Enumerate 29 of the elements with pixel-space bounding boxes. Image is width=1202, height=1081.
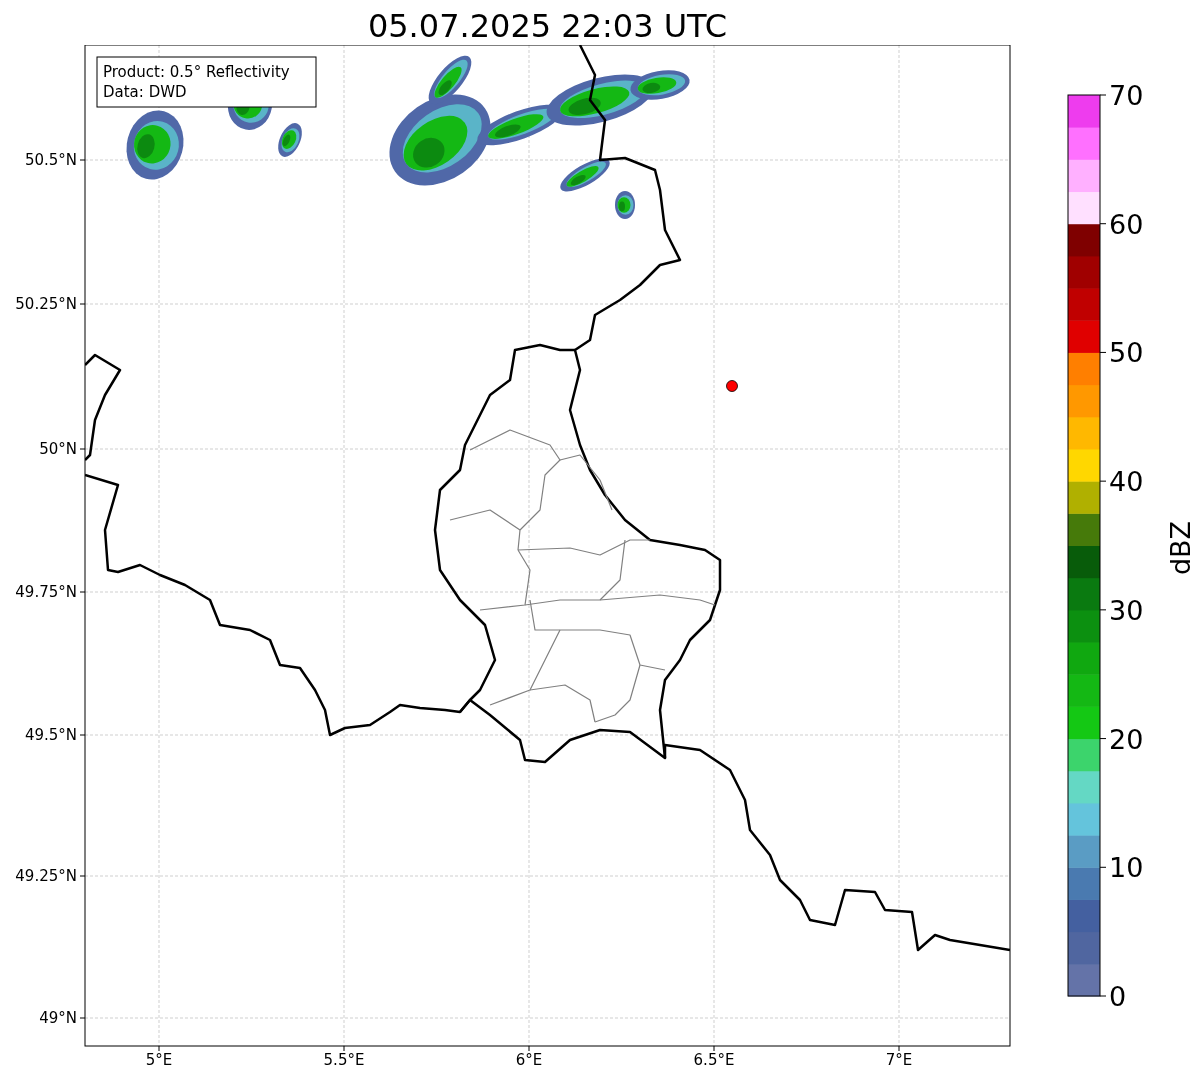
axis-tick-label: 49°N	[39, 1009, 77, 1027]
colorbar-tick-label: 30	[1109, 594, 1144, 626]
axis-tick-label: 5.5°E	[323, 1051, 365, 1069]
axis-tick-label: 6.5°E	[693, 1051, 735, 1069]
axis-tick-label: 50.25°N	[15, 295, 77, 313]
precipitation-echo	[560, 158, 610, 192]
radar-station-marker	[726, 380, 738, 392]
colorbar-tick-label: 10	[1109, 852, 1144, 884]
axis-tick-label: 5°E	[145, 1051, 173, 1069]
precipitation-echo	[278, 123, 302, 157]
colorbar-tick-label: 50	[1109, 337, 1144, 369]
precipitation-echo	[126, 110, 184, 180]
precipitation-echo	[615, 191, 635, 219]
legend-text: Data: DWD	[103, 83, 187, 101]
colorbar-tick-label: 70	[1109, 80, 1144, 111]
chart-title: 05.07.2025 22:03 UTC	[367, 7, 728, 45]
axis-tick-label: 49.25°N	[15, 867, 77, 885]
colorbar-tick-label: 60	[1109, 208, 1144, 240]
axis-tick-label: 6°E	[515, 1051, 543, 1069]
axis-tick-label: 49.5°N	[24, 726, 77, 744]
colorbar-tick-label: 20	[1109, 723, 1144, 755]
axis-tick-label: 49.75°N	[15, 583, 77, 601]
axis-tick-label: 50°N	[39, 440, 77, 458]
colorbar-tick-label: 0	[1109, 981, 1127, 1012]
axis-tick-label: 7°E	[885, 1051, 913, 1069]
axis-tick-label: 50.5°N	[24, 151, 77, 169]
colorbar-label: dBZ	[1165, 520, 1196, 576]
legend-text: Product: 0.5° Reflectivity	[103, 63, 290, 81]
colorbar-tick-label: 40	[1109, 466, 1144, 498]
